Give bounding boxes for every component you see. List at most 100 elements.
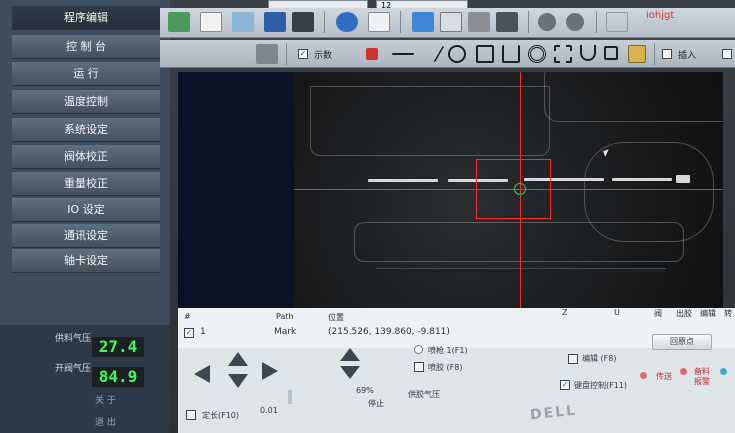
nozzle-label: 喷枪 1(F1) — [428, 346, 468, 355]
col-header-index: # — [184, 312, 191, 321]
line-icon[interactable] — [392, 53, 414, 55]
row-checkbox[interactable]: ✓ — [184, 328, 194, 338]
col-header-position: 位置 — [328, 313, 344, 322]
toolbar-separator — [286, 43, 287, 65]
globe-icon[interactable] — [336, 12, 358, 32]
up-circle-icon[interactable] — [538, 13, 556, 31]
checkbox-icon[interactable] — [412, 12, 434, 32]
col-header-turn: 转 — [724, 309, 732, 318]
insert-checkbox[interactable] — [662, 49, 672, 59]
jog-down-button[interactable] — [228, 374, 248, 388]
fixed-length-label: 定长(F10) — [202, 411, 240, 420]
rotate-icon[interactable] — [606, 12, 628, 32]
sidebar-item-program-edit[interactable]: 程序编辑 — [12, 6, 160, 30]
pressure-panel: 供料气压 27.4 开阀气压 84.9 关 于 退 出 — [0, 325, 170, 433]
new-file-icon[interactable] — [200, 12, 222, 32]
sidebar-item-run[interactable]: 运 行 — [12, 62, 160, 86]
sidebar-item-valve-calibration[interactable]: 阀体校正 — [12, 145, 160, 169]
grid-icon[interactable] — [496, 12, 518, 32]
toolbar-separator — [400, 11, 401, 33]
edit-label: 编辑 (F8) — [582, 354, 617, 363]
edit-checkbox[interactable] — [568, 354, 578, 364]
rectangle-select-icon[interactable] — [554, 45, 572, 63]
point-add-icon[interactable] — [198, 44, 220, 64]
speed-slider[interactable] — [288, 390, 292, 404]
hand-pointer-icon[interactable] — [168, 44, 190, 64]
stop-label[interactable]: 停止 — [368, 398, 384, 409]
dispense-checkbox[interactable] — [414, 362, 424, 372]
frame-icon[interactable] — [604, 46, 618, 60]
down-circle-icon[interactable] — [566, 13, 584, 31]
pcb-trace — [544, 72, 723, 122]
zigzag-icon[interactable] — [502, 45, 520, 63]
camera-image[interactable] — [294, 72, 723, 310]
col-header-dispense: 出胶 — [676, 309, 692, 318]
exit-button[interactable]: 退 出 — [95, 415, 116, 428]
jog-right-button[interactable] — [262, 362, 278, 380]
sidebar-item-system-settings[interactable]: 系统设定 — [12, 118, 160, 142]
arc-icon[interactable] — [580, 45, 596, 61]
spiral-icon[interactable] — [528, 45, 546, 63]
nozzle-radio[interactable] — [414, 345, 423, 354]
save-as-icon[interactable] — [292, 12, 314, 32]
supply-pressure-value: 27.4 — [92, 337, 144, 357]
circle-icon[interactable] — [448, 45, 466, 63]
extra-checkbox[interactable] — [722, 49, 732, 59]
status-indicator — [640, 372, 647, 379]
supply-pressure-label: 供料气压 — [55, 334, 92, 344]
open-pressure-label: 开阀气压 — [55, 364, 92, 374]
control-panel: 69% 停止 定长(F10) 0.01 供胶气压 喷枪 1(F1) 喷胶 (F8… — [178, 334, 735, 433]
pcb-trace — [584, 142, 714, 242]
col-header-valve: 阀 — [654, 309, 662, 318]
magnifier-icon[interactable] — [256, 44, 278, 64]
drawing-toolbar: ✓ 示数 插入 — [160, 40, 735, 68]
about-button[interactable]: 关 于 — [95, 393, 116, 406]
jog-up-button[interactable] — [228, 352, 248, 366]
window-icon[interactable] — [232, 12, 254, 32]
row-position: (215.526, 139.860, -9.811) — [328, 327, 450, 337]
row-path: Mark — [274, 327, 297, 337]
copy-icon[interactable] — [368, 12, 390, 32]
home-button[interactable]: 回原点 — [652, 334, 712, 350]
step-value[interactable]: 0.01 — [260, 406, 278, 415]
z-up-button[interactable] — [340, 348, 360, 361]
toolbar-separator — [528, 11, 529, 33]
sidebar-item-weight-calibration[interactable]: 重量校正 — [12, 172, 160, 196]
sidebar-item-io-settings[interactable]: IO 设定 — [12, 198, 160, 222]
app-window: { "sidebar": { "items": [ {"label": "程序编… — [0, 0, 735, 433]
square-spiral-icon[interactable] — [476, 45, 494, 63]
solder-row — [612, 178, 672, 181]
paste-icon[interactable] — [440, 12, 462, 32]
sidebar-item-temperature[interactable]: 温度控制 — [12, 90, 160, 114]
fill-pattern-icon[interactable] — [628, 45, 646, 63]
user-label: iohjgt — [646, 10, 675, 21]
row-index: 1 — [200, 327, 206, 337]
jog-left-button[interactable] — [194, 365, 210, 383]
col-header-path: Path — [276, 312, 294, 321]
camera-left-panel — [178, 72, 294, 310]
show-numbers-checkbox[interactable]: ✓ — [298, 49, 308, 59]
pcb-trace — [310, 86, 550, 156]
col-header-z: Z — [562, 308, 568, 317]
point-remove-icon[interactable] — [226, 44, 248, 64]
fixed-length-checkbox[interactable] — [186, 410, 196, 420]
status-label: 传送 — [656, 372, 672, 381]
save-icon[interactable] — [264, 12, 286, 32]
diagonal-line-icon[interactable] — [417, 46, 445, 62]
pcb-edge — [376, 268, 666, 272]
toolbar-separator — [596, 11, 597, 33]
sidebar-item-console[interactable]: 控 制 台 — [12, 35, 160, 59]
z-down-button[interactable] — [340, 366, 360, 379]
image-icon[interactable] — [168, 12, 190, 32]
solder-block — [676, 175, 690, 183]
solder-row — [368, 179, 438, 182]
dot-icon[interactable] — [366, 48, 378, 60]
keyboard-control-checkbox[interactable]: ✓ — [560, 380, 570, 390]
sidebar-item-comm-settings[interactable]: 通讯设定 — [12, 224, 160, 248]
sidebar-item-axis-card[interactable]: 轴卡设定 — [12, 249, 160, 273]
mark-target — [514, 183, 526, 195]
camera-view[interactable] — [178, 72, 723, 310]
cut-icon[interactable] — [468, 12, 490, 32]
col-header-edit: 编辑 — [700, 309, 716, 318]
status-indicator — [680, 368, 687, 375]
